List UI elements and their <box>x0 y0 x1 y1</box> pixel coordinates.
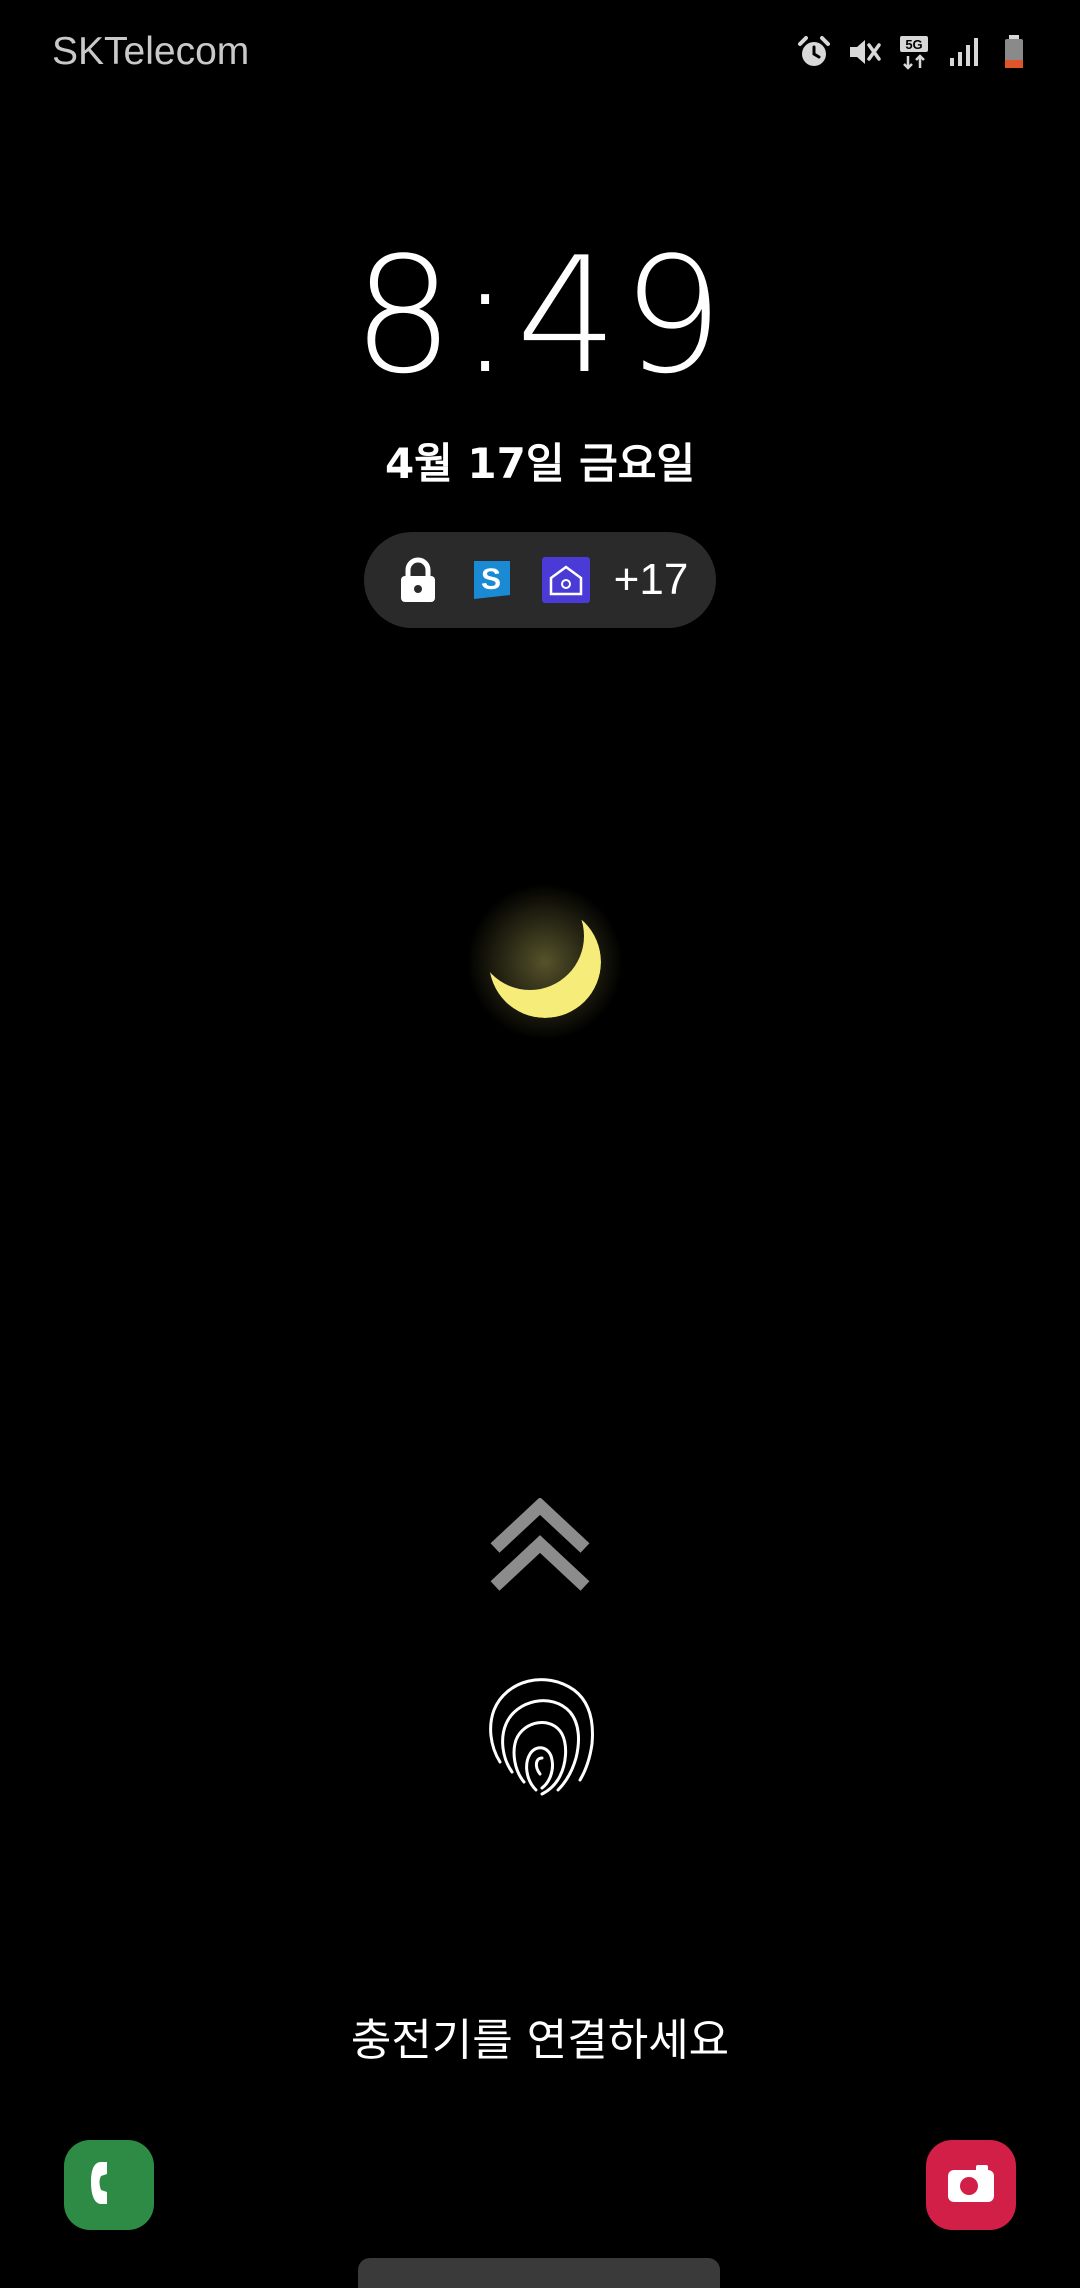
alarm-icon <box>796 34 832 70</box>
status-icons: 5G <box>796 34 1032 70</box>
phone-icon <box>87 2158 131 2212</box>
phone-shortcut-button[interactable] <box>64 2140 154 2230</box>
moon-wallpaper-image <box>460 870 630 1044</box>
network-type-label: 5G <box>905 37 922 52</box>
camera-shortcut-button[interactable] <box>926 2140 1016 2230</box>
signal-icon <box>946 34 982 70</box>
school-app-icon <box>540 554 592 606</box>
nav-gesture-handle[interactable] <box>358 2258 720 2288</box>
status-bar: SKTelecom 5G <box>0 0 1080 110</box>
mute-icon <box>846 34 882 70</box>
carrier-label: SKTelecom <box>52 30 250 73</box>
lock-screen-date: 4월 17일 금요일 <box>384 439 696 488</box>
notification-count: +17 <box>613 555 689 604</box>
battery-low-icon <box>996 34 1032 70</box>
charge-message: 충전기를 연결하세요 <box>350 2015 730 2066</box>
s-app-icon: S <box>466 554 518 606</box>
notification-icons-pill[interactable]: S +17 <box>364 532 716 628</box>
5g-data-icon: 5G <box>896 34 932 70</box>
swipe-up-chevron-icon[interactable] <box>490 1497 590 1598</box>
lock-icon <box>392 554 444 606</box>
lock-screen-clock: 8:49 <box>352 222 728 409</box>
camera-icon <box>946 2162 996 2208</box>
fingerprint-icon[interactable] <box>482 1666 598 1800</box>
svg-text:S: S <box>481 563 501 596</box>
